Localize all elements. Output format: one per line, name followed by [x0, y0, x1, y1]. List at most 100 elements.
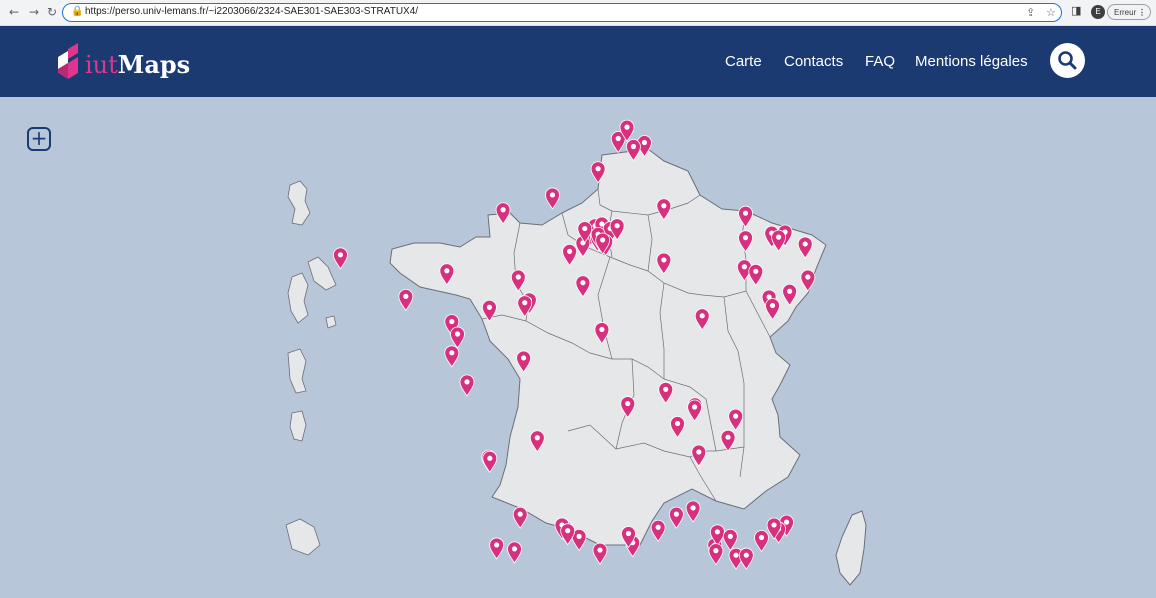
- search-icon: [1058, 51, 1077, 70]
- map-marker[interactable]: [560, 523, 576, 546]
- map-marker-dot: [741, 264, 748, 270]
- map-marker-dot: [487, 455, 493, 461]
- map-marker[interactable]: [685, 500, 701, 523]
- search-button[interactable]: [1050, 43, 1085, 78]
- map-marker-dot: [714, 529, 721, 535]
- corsica: [835, 510, 867, 586]
- map-marker-dot: [742, 210, 749, 216]
- map-marker-dot: [454, 331, 461, 337]
- map-marker-dot: [580, 280, 586, 286]
- map-marker-dot: [663, 386, 669, 392]
- back-icon[interactable]: ←: [6, 4, 22, 20]
- map-marker-dot: [624, 124, 630, 130]
- map-marker-dot: [625, 530, 632, 537]
- island-guyane: [287, 272, 309, 324]
- reload-icon[interactable]: ↻: [44, 4, 60, 20]
- map-marker-dot: [600, 237, 606, 243]
- island-martinique: [307, 256, 337, 291]
- share-icon[interactable]: ⇪: [1026, 6, 1035, 19]
- map-svg: [285, 119, 867, 586]
- logo-text[interactable]: iutMaps: [85, 50, 190, 79]
- map-marker-dot: [625, 400, 631, 407]
- address-bar[interactable]: 🔒 https://perso.univ-lemans.fr/~i2203066…: [62, 3, 1062, 22]
- kebab-menu-icon[interactable]: ⋮: [1138, 5, 1146, 21]
- map-marker-dot: [403, 293, 409, 299]
- map-marker-dot: [769, 302, 776, 309]
- map-marker[interactable]: [754, 530, 769, 553]
- map-marker[interactable]: [512, 506, 528, 529]
- map-marker[interactable]: [708, 543, 724, 566]
- map-marker-dot: [787, 288, 793, 294]
- map-marker-dot: [449, 350, 455, 356]
- map-marker-dot: [727, 533, 733, 539]
- nav-contacts[interactable]: Contacts: [784, 53, 843, 70]
- map-marker-dot: [511, 546, 518, 552]
- map-marker-dot: [713, 548, 719, 554]
- lock-icon[interactable]: 🔒: [71, 6, 83, 17]
- map-marker-dot: [661, 203, 667, 209]
- error-button[interactable]: Erreur ⋮: [1107, 4, 1151, 20]
- map-marker[interactable]: [450, 326, 465, 349]
- map-marker-dot: [449, 318, 455, 325]
- map-marker-dot: [517, 511, 523, 517]
- map-marker-dot: [805, 274, 811, 280]
- map-marker-dot: [655, 524, 661, 530]
- island-extra: [289, 410, 307, 442]
- map-marker-dot: [725, 434, 731, 440]
- map-marker[interactable]: [333, 247, 348, 270]
- map-marker[interactable]: [545, 187, 560, 210]
- url-text[interactable]: https://perso.univ-lemans.fr/~i2203066/2…: [85, 6, 418, 17]
- map-marker-dot: [567, 248, 573, 254]
- map-marker[interactable]: [668, 506, 684, 529]
- nav-carte[interactable]: Carte: [725, 53, 762, 70]
- map-marker-dot: [464, 379, 470, 385]
- map-marker[interactable]: [489, 537, 505, 560]
- map-area[interactable]: +: [0, 97, 1156, 598]
- nav-mentions-legales[interactable]: Mentions légales: [915, 53, 1028, 70]
- logo-icon[interactable]: [58, 43, 84, 79]
- side-panel-icon[interactable]: ◨: [1071, 4, 1081, 17]
- map-marker[interactable]: [738, 547, 754, 570]
- map-marker-dot: [515, 274, 521, 280]
- island-reunion: [325, 315, 337, 329]
- map-marker-dot: [444, 268, 450, 274]
- forward-icon[interactable]: →: [26, 4, 42, 20]
- map-marker[interactable]: [592, 542, 608, 565]
- nav-faq[interactable]: FAQ: [865, 53, 895, 70]
- map-marker[interactable]: [482, 450, 498, 474]
- logo-name: Maps: [117, 50, 191, 79]
- map-marker-dot: [673, 511, 679, 517]
- map-marker-dot: [753, 268, 759, 274]
- map-marker[interactable]: [722, 528, 738, 552]
- map-marker-dot: [522, 300, 528, 306]
- map-marker-dot: [576, 533, 582, 539]
- map-marker-dot: [521, 355, 527, 361]
- logo-prefix: iut: [85, 51, 118, 79]
- island-south: [285, 518, 321, 556]
- map-marker-dot: [549, 192, 556, 198]
- map-marker-dot: [776, 234, 782, 240]
- error-label: Erreur: [1114, 8, 1137, 17]
- star-icon[interactable]: ☆: [1046, 6, 1056, 19]
- map-marker-dot: [758, 534, 765, 541]
- map-marker-dot: [630, 143, 637, 150]
- avatar[interactable]: E: [1091, 5, 1105, 19]
- map-marker-dot: [486, 304, 493, 310]
- map-marker[interactable]: [398, 289, 414, 312]
- map-marker-dot: [743, 552, 749, 558]
- map-marker-dot: [771, 522, 777, 528]
- map-marker-dot: [674, 420, 681, 427]
- site-header: iutMaps Carte Contacts FAQ Mentions léga…: [0, 26, 1156, 97]
- map-marker-dot: [595, 166, 601, 172]
- map-marker[interactable]: [507, 541, 522, 564]
- map-marker-dot: [733, 552, 739, 558]
- island-mayotte: [287, 348, 307, 394]
- map-marker[interactable]: [650, 519, 666, 542]
- map-marker-dot: [783, 519, 790, 525]
- map-marker-dot: [500, 207, 506, 213]
- map-marker-dot: [614, 223, 620, 229]
- map-marker[interactable]: [459, 374, 475, 397]
- map-marker-dot: [494, 542, 500, 548]
- island-guadeloupe: [287, 180, 311, 226]
- map-marker[interactable]: [444, 345, 460, 368]
